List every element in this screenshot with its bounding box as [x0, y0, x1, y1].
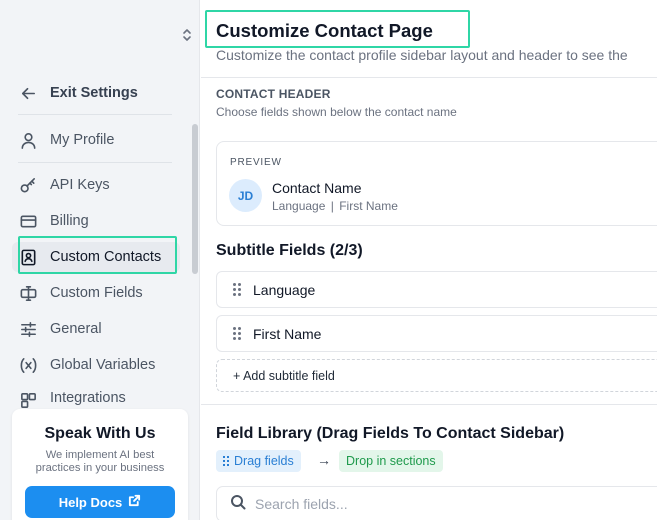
sidebar-item-label: My Profile: [50, 132, 115, 148]
meta-first-name: First Name: [339, 199, 398, 213]
sliders-icon: [18, 319, 38, 339]
sidebar-item-general[interactable]: General: [12, 314, 180, 344]
subtitle-fields-heading: Subtitle Fields (2/3): [216, 242, 363, 259]
contact-meta: Language | First Name: [272, 199, 398, 213]
variable-icon: [18, 355, 38, 375]
sidebar-item-label: Billing: [50, 213, 89, 229]
sidebar-item-label: Integrations: [50, 390, 126, 406]
meta-separator: |: [330, 199, 334, 213]
sidebar-item-label: General: [50, 321, 102, 337]
preview-label: PREVIEW: [230, 157, 282, 168]
subtitle-field-row[interactable]: Language: [216, 271, 657, 308]
integrations-icon: [18, 390, 38, 408]
sidebar-item-my-profile[interactable]: My Profile: [12, 125, 180, 155]
sidebar-item-custom-fields[interactable]: Custom Fields: [12, 278, 180, 308]
page-subtitle: Customize the contact profile sidebar la…: [216, 47, 628, 63]
sidebar-item-billing[interactable]: Billing: [12, 206, 180, 236]
subtitle-field-label: First Name: [253, 325, 322, 342]
arrow-right-icon: →: [317, 452, 331, 468]
search-fields-input[interactable]: [255, 496, 635, 512]
header-divider: [201, 77, 657, 78]
sidebar-divider: [18, 114, 172, 115]
field-search-box[interactable]: [216, 486, 657, 520]
drag-fields-chip: Drag fields: [216, 450, 301, 472]
credit-card-icon: [18, 211, 38, 231]
page-title: Customize Contact Page: [216, 20, 433, 41]
sidebar-item-label: Custom Fields: [50, 285, 143, 301]
sidebar-item-label: Global Variables: [50, 357, 156, 373]
contact-preview-card: PREVIEW JD Contact Name Language | First…: [216, 141, 657, 226]
speak-card-title: Speak With Us: [44, 425, 156, 442]
user-icon: [18, 130, 38, 150]
help-docs-label: Help Docs: [58, 494, 123, 510]
speak-card-description: We implement AI best practices in your b…: [35, 449, 165, 474]
avatar: JD: [229, 179, 262, 212]
speak-with-us-card: Speak With Us We implement AI best pract…: [12, 409, 188, 520]
contact-name: Contact Name: [272, 180, 362, 196]
drag-handle-icon[interactable]: [233, 327, 241, 340]
search-icon: [230, 494, 246, 515]
sidebar-item-global-variables[interactable]: Global Variables: [12, 350, 180, 380]
drag-handle-icon: [223, 456, 229, 466]
sidebar-item-custom-contacts[interactable]: Custom Contacts: [12, 242, 180, 272]
external-link-icon: [128, 494, 141, 510]
sidebar-item-api-keys[interactable]: API Keys: [12, 170, 180, 200]
sidebar-item-label: API Keys: [50, 177, 110, 193]
arrow-left-icon: [18, 83, 38, 103]
add-subtitle-field-button[interactable]: + Add subtitle field: [216, 359, 657, 392]
contact-card-icon: [18, 247, 38, 267]
chevron-up-down-icon[interactable]: [180, 27, 194, 43]
exit-settings-label: Exit Settings: [50, 85, 138, 101]
section-divider: [201, 404, 657, 405]
drag-handle-icon[interactable]: [233, 283, 241, 296]
exit-settings-button[interactable]: Exit Settings: [12, 78, 180, 108]
field-library-heading: Field Library (Drag Fields To Contact Si…: [216, 425, 565, 442]
help-docs-button[interactable]: Help Docs: [25, 486, 175, 518]
settings-sidebar: Exit Settings My Profile API Keys Billin…: [0, 0, 200, 520]
sidebar-scrollbar[interactable]: [192, 124, 198, 274]
sidebar-divider: [18, 162, 172, 163]
drop-in-sections-chip: Drop in sections: [339, 450, 443, 472]
subtitle-field-row[interactable]: First Name: [216, 315, 657, 352]
main-content: Customize Contact Page Customize the con…: [201, 0, 657, 520]
contact-header-label: CONTACT HEADER: [216, 87, 331, 101]
subtitle-field-label: Language: [253, 281, 316, 298]
key-icon: [18, 175, 38, 195]
meta-language: Language: [272, 199, 326, 213]
custom-fields-icon: [18, 283, 38, 303]
contact-header-description: Choose fields shown below the contact na…: [216, 105, 457, 119]
drag-fields-label: Drag fields: [234, 454, 294, 468]
sidebar-item-integrations[interactable]: Integrations: [12, 386, 180, 408]
sidebar-item-label: Custom Contacts: [50, 249, 162, 265]
